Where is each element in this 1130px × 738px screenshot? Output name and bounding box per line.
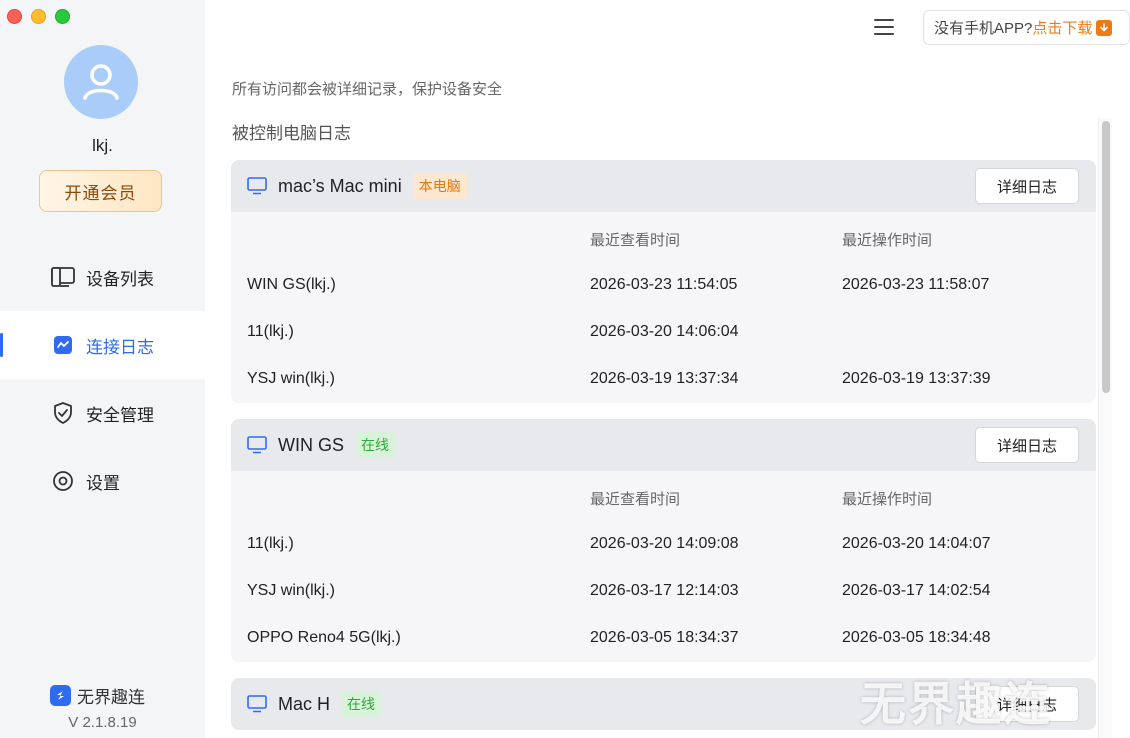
sidebar-item-settings[interactable]: 设置 — [0, 447, 205, 515]
download-app-link[interactable]: 点击下载 — [1032, 17, 1092, 38]
connection-log-icon — [50, 332, 76, 358]
brand-logo-icon — [50, 685, 71, 706]
brand: 无界趣连 — [50, 683, 145, 708]
sidebar-nav: 设备列表 连接日志 安全管理 设置 — [0, 243, 205, 515]
sidebar-item-label: 设备列表 — [86, 269, 154, 289]
window-controls — [7, 9, 70, 24]
user-icon — [83, 64, 119, 100]
device-card: mac’s Mac mini 本电脑 详细日志 最近查看时间 最近操作时间 WI… — [231, 160, 1096, 403]
last-op-time: 2026-03-17 14:02:54 — [842, 582, 991, 599]
shield-icon — [50, 400, 76, 426]
settings-icon — [50, 468, 76, 494]
window-minimize-button[interactable] — [31, 9, 46, 24]
menu-icon[interactable] — [873, 16, 895, 38]
download-app-prompt: 没有手机APP? — [934, 20, 1033, 37]
section-title: 被控制电脑日志 — [232, 124, 351, 143]
detail-log-button[interactable]: 详细日志 — [975, 427, 1079, 463]
detail-log-button[interactable]: 详细日志 — [975, 168, 1079, 204]
visitor-name: YSJ win(lkj.) — [247, 582, 336, 599]
sidebar-item-label: 安全管理 — [86, 405, 154, 425]
brand-name: 无界趣连 — [77, 688, 145, 707]
window-maximize-button[interactable] — [55, 9, 70, 24]
last-view-time: 2026-03-20 14:09:08 — [590, 535, 739, 552]
scrollbar-thumb[interactable] — [1102, 121, 1110, 393]
last-view-time: 2026-03-19 13:37:34 — [590, 370, 739, 387]
visitor-name: 11(lkj.) — [247, 323, 294, 340]
device-name: Mac H — [278, 693, 331, 714]
visitor-name: WIN GS(lkj.) — [247, 276, 336, 293]
log-row: 11(lkj.) 2026-03-20 14:09:08 2026-03-20 … — [231, 521, 1096, 568]
sidebar-item-label: 连接日志 — [86, 337, 154, 357]
sidebar-item-security[interactable]: 安全管理 — [0, 379, 205, 447]
col-header-last-op: 最近操作时间 — [842, 491, 933, 508]
last-view-time: 2026-03-17 12:14:03 — [590, 582, 739, 599]
download-icon[interactable] — [1096, 19, 1113, 36]
security-notice: 所有访问都会被详细记录，保护设备安全 — [232, 81, 503, 98]
last-op-time: 2026-03-23 11:58:07 — [842, 276, 990, 293]
device-card-header: WIN GS 在线 详细日志 — [231, 419, 1096, 471]
device-log-list: mac’s Mac mini 本电脑 详细日志 最近查看时间 最近操作时间 WI… — [231, 160, 1096, 738]
username: lkj. — [92, 136, 113, 155]
device-card: WIN GS 在线 详细日志 最近查看时间 最近操作时间 11(lkj.) 20… — [231, 419, 1096, 662]
column-headers: 最近查看时间 最近操作时间 — [231, 212, 1096, 262]
visitor-name: OPPO Reno4 5G(lkj.) — [247, 629, 401, 646]
avatar[interactable] — [64, 45, 138, 119]
computer-icon — [247, 436, 267, 454]
col-header-last-view: 最近查看时间 — [590, 232, 681, 249]
col-header-last-view: 最近查看时间 — [590, 491, 681, 508]
status-badge: 本电脑 — [412, 173, 467, 199]
last-op-time: 2026-03-19 13:37:39 — [842, 370, 991, 387]
status-badge: 在线 — [355, 432, 395, 458]
log-row: WIN GS(lkj.) 2026-03-23 11:54:05 2026-03… — [231, 262, 1096, 309]
visitor-name: YSJ win(lkj.) — [247, 370, 336, 387]
computer-icon — [247, 177, 267, 195]
col-header-last-op: 最近操作时间 — [842, 232, 933, 249]
device-card-header: mac’s Mac mini 本电脑 详细日志 — [231, 160, 1096, 212]
sidebar-item-devices[interactable]: 设备列表 — [0, 243, 205, 311]
status-badge: 在线 — [341, 691, 382, 717]
last-op-time: 2026-03-20 14:04:07 — [842, 535, 991, 552]
sidebar: lkj. 开通会员 设备列表 连接日志 安全管理 设置 无界趣连 V 2.1.8… — [0, 0, 205, 738]
log-row: YSJ win(lkj.) 2026-03-19 13:37:34 2026-0… — [231, 356, 1096, 403]
log-row: OPPO Reno4 5G(lkj.) 2026-03-05 18:34:37 … — [231, 615, 1096, 662]
log-row: 11(lkj.) 2026-03-20 14:06:04 — [231, 309, 1096, 356]
app-version: V 2.1.8.19 — [68, 714, 137, 731]
watermark: 无界趣连 — [860, 678, 1052, 730]
last-op-time: 2026-03-05 18:34:48 — [842, 629, 991, 646]
sidebar-item-label: 设置 — [86, 473, 120, 493]
window-close-button[interactable] — [7, 9, 22, 24]
download-app-banner[interactable]: 没有手机APP? 点击下载 — [923, 10, 1130, 45]
last-view-time: 2026-03-23 11:54:05 — [590, 276, 738, 293]
device-name: mac’s Mac mini — [278, 175, 402, 196]
last-view-time: 2026-03-20 14:06:04 — [590, 323, 739, 340]
device-name: WIN GS — [278, 434, 344, 455]
log-row: YSJ win(lkj.) 2026-03-17 12:14:03 2026-0… — [231, 568, 1096, 615]
column-headers: 最近查看时间 最近操作时间 — [231, 471, 1096, 521]
vip-button[interactable]: 开通会员 — [39, 170, 162, 212]
visitor-name: 11(lkj.) — [247, 535, 294, 552]
computer-icon — [247, 695, 267, 713]
sidebar-item-connection-log[interactable]: 连接日志 — [0, 311, 205, 379]
scrollbar[interactable] — [1098, 118, 1112, 738]
device-list-icon — [50, 264, 76, 290]
last-view-time: 2026-03-05 18:34:37 — [590, 629, 739, 646]
